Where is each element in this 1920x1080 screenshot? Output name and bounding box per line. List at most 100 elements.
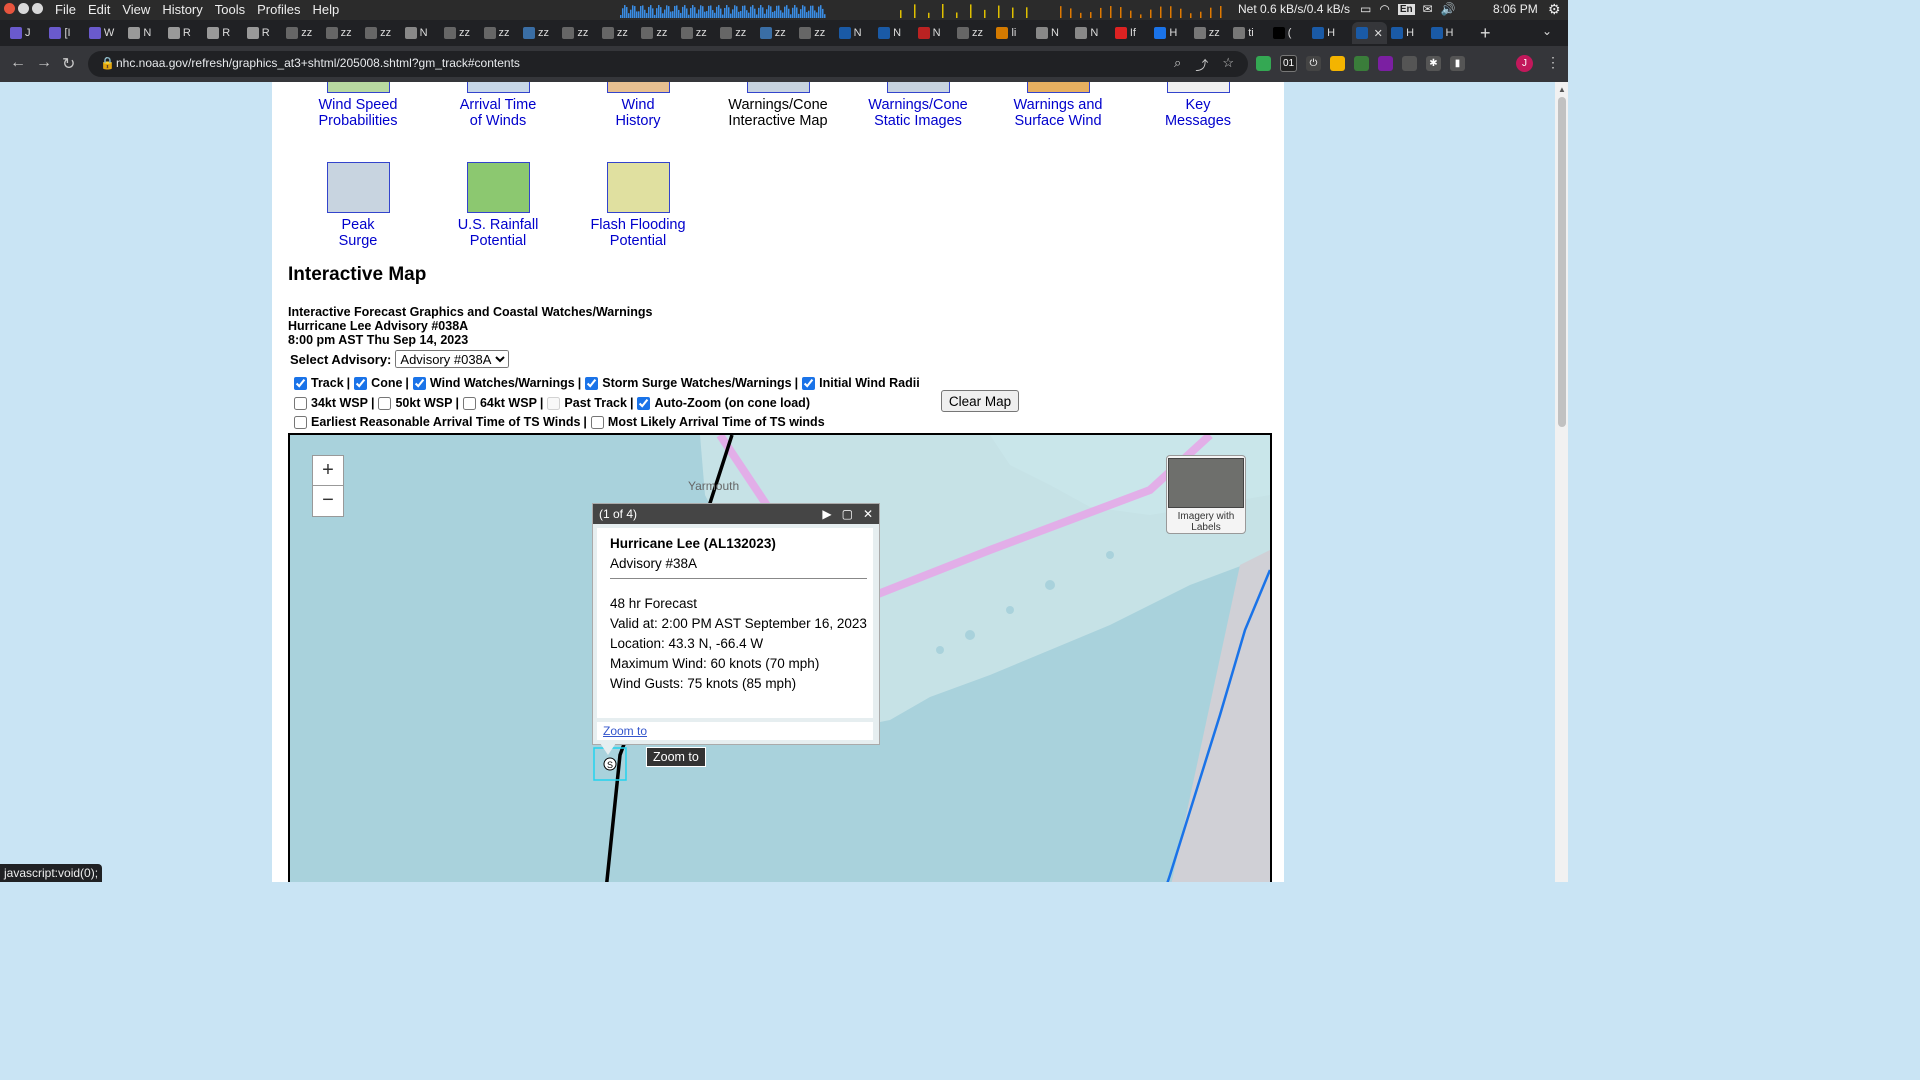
extension-power-icon[interactable]: ⏻ [1306,56,1321,71]
track-marker-label[interactable]: S [607,760,613,770]
product-label-line2[interactable]: Probabilities [288,113,428,129]
browser-tab[interactable]: R [167,24,191,42]
product-label-line1[interactable]: Peak [288,217,428,233]
product-link[interactable]: U.S. Rainfall Potential [428,162,568,249]
browser-tab[interactable]: zz [799,24,825,42]
browser-tab[interactable]: If [1114,24,1136,42]
next-feature-icon[interactable]: ▶ [822,504,831,524]
product-label-line1[interactable]: Key [1128,97,1268,113]
layer-checkbox[interactable] [637,396,651,410]
layer-checkbox-label[interactable]: Auto-Zoom (on cone load) [654,396,810,410]
layer-checkbox[interactable] [462,396,476,410]
menu-view[interactable]: View [122,2,150,17]
product-thumbnail[interactable] [1166,82,1230,93]
product-label-line2[interactable]: Messages [1128,113,1268,129]
product-link[interactable]: Flash Flooding Potential [568,162,708,249]
menu-edit[interactable]: Edit [88,2,110,17]
scroll-up-arrow-icon[interactable]: ▲ [1558,85,1566,94]
product-label-line1[interactable]: Warnings/Cone [848,97,988,113]
extension-page-icon[interactable] [1402,56,1417,71]
browser-tab[interactable]: H [1154,24,1177,42]
product-label-line1[interactable]: Arrival Time [428,97,568,113]
gear-icon[interactable]: ⚙ [1548,1,1561,18]
browser-tab[interactable]: zz [641,24,667,42]
extensions-puzzle-icon[interactable]: ✱ [1426,56,1441,71]
browser-tab[interactable]: H [1391,24,1414,42]
layer-checkbox-label[interactable]: Wind Watches/Warnings [430,376,575,390]
mail-icon[interactable]: ✉ [1423,2,1433,16]
interactive-map[interactable]: S + − Yarmouth Imagery with Labels (1 of… [288,433,1272,882]
maximize-popup-icon[interactable]: ▢ [842,504,853,524]
product-thumbnail[interactable] [326,82,390,93]
close-popup-icon[interactable]: ✕ [863,504,873,524]
product-link[interactable]: Wind History [568,82,708,129]
menu-help[interactable]: Help [312,2,339,17]
layer-checkbox-label[interactable]: Storm Surge Watches/Warnings [602,376,791,390]
browser-tab[interactable]: zz [522,24,549,42]
product-thumbnail[interactable] [1026,82,1090,93]
layer-checkbox-label[interactable]: 50kt WSP [395,396,452,410]
product-thumbnail[interactable] [466,82,530,93]
layer-checkbox-label[interactable]: Most Likely Arrival Time of TS winds [608,415,825,429]
product-link[interactable]: Warnings and Surface Wind [988,82,1128,129]
reload-icon[interactable]: ↻ [62,54,75,74]
menu-tools[interactable]: Tools [215,2,245,17]
layer-checkbox[interactable] [378,396,392,410]
wifi-icon[interactable]: ◠ [1379,2,1389,16]
browser-tab[interactable]: zz [562,24,588,42]
product-link[interactable]: Warnings/Cone Static Images [848,82,988,129]
advisory-select[interactable]: Advisory #038A [395,350,510,368]
layer-checkbox[interactable] [585,376,599,390]
product-thumbnail[interactable] [606,162,670,213]
share-icon[interactable]: ⤴ [1195,55,1208,74]
layer-checkbox[interactable] [294,396,307,410]
layer-checkbox[interactable] [802,376,816,390]
layer-checkbox-label[interactable]: 34kt WSP [311,396,368,410]
scrollbar-thumb[interactable] [1558,97,1566,427]
browser-tab[interactable]: [I [49,24,71,42]
product-link[interactable]: Arrival Time of Winds [428,82,568,129]
browser-tab[interactable]: zz [759,24,786,42]
product-label-line2[interactable]: Potential [428,233,568,249]
extension-notes-icon[interactable] [1330,56,1345,71]
browser-tab[interactable]: zz [444,24,470,42]
menu-profiles[interactable]: Profiles [257,2,300,17]
new-tab-button[interactable]: + [1480,23,1491,44]
browser-tab[interactable]: N [838,24,862,42]
layer-checkbox-label[interactable]: Earliest Reasonable Arrival Time of TS W… [311,415,580,429]
product-label-line1[interactable]: Wind Speed [288,97,428,113]
product-link[interactable]: Peak Surge [288,162,428,249]
profile-avatar[interactable]: J [1516,55,1533,72]
product-label-line1[interactable]: Wind [568,97,708,113]
browser-tab[interactable]: li [996,24,1016,42]
volume-icon[interactable]: 🔊 [1441,2,1456,16]
zoom-out-button[interactable]: − [312,485,344,517]
layer-checkbox-label[interactable]: Initial Wind Radii [819,376,920,390]
screen-icon[interactable]: ▭ [1360,2,1371,16]
layer-checkbox[interactable] [294,376,307,390]
layer-checkbox[interactable] [412,376,426,390]
menu-file[interactable]: File [55,2,76,17]
popup-zoom-to-link[interactable]: Zoom to [597,722,873,740]
browser-tab[interactable]: H [1430,24,1453,42]
layer-checkbox-label[interactable]: Cone [371,376,402,390]
back-arrow-icon[interactable]: ← [10,54,26,72]
extension-google-icon[interactable] [1256,56,1271,71]
extension-leaf-icon[interactable] [1354,56,1369,71]
window-controls[interactable] [4,3,43,14]
maximize-window-icon[interactable] [32,3,43,14]
browser-menu-icon[interactable]: ⋮ [1546,54,1560,71]
layer-checkbox-label[interactable]: Track [311,376,344,390]
basemap-toggle[interactable]: Imagery with Labels [1166,455,1246,534]
browser-tab[interactable]: zz [601,24,628,42]
browser-tab[interactable]: zz [325,24,352,42]
product-label-line2[interactable]: Static Images [848,113,988,129]
browser-tab[interactable]: J [10,24,31,42]
browser-tab[interactable]: N [1035,24,1059,42]
product-label-line2[interactable]: of Winds [428,113,568,129]
browser-tab[interactable]: ( [1272,24,1291,42]
layer-checkbox[interactable] [354,376,368,390]
browser-tab[interactable]: W [88,24,114,42]
browser-tab[interactable]: N [1075,24,1098,42]
browser-tab[interactable]: zz [1193,24,1220,42]
